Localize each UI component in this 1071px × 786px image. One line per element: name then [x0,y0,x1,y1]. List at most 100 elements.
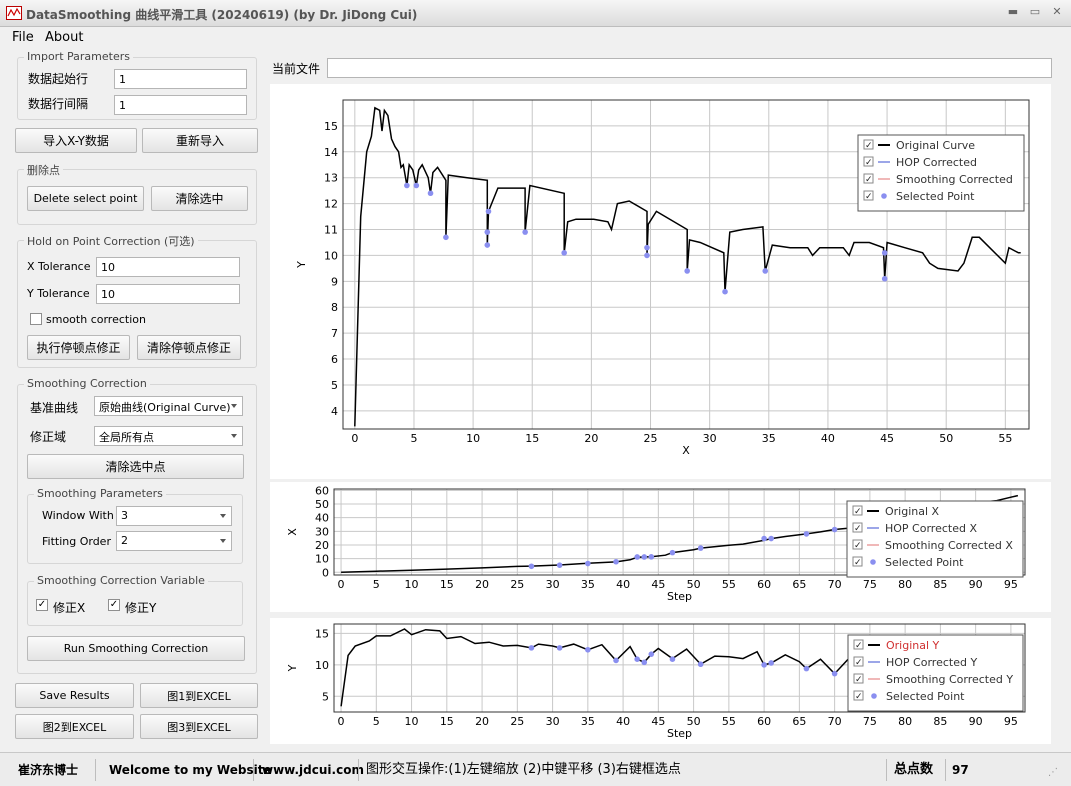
selected-point [722,288,728,295]
chart1-svg[interactable]: 0 5 10 15 20 25 30 35 40 45 50 55456789101112131415… [270,84,1051,479]
legend-swatch [870,559,876,565]
clear-selection-button[interactable]: 清除选中 [151,186,248,211]
y-tick-label: 11 [324,224,338,237]
legend-entry: Selected Point [885,556,964,569]
x-tick-label: 55 [722,578,736,591]
clear-selected-points-button[interactable]: 清除选中点 [27,454,244,479]
status-website-link[interactable]: www.jdcui.com [262,760,364,780]
minimize-icon[interactable]: ▬ [1005,5,1021,19]
x-tick-label: 45 [880,432,894,445]
selected-point [485,208,492,215]
figure2-excel-button[interactable]: 图2到EXCEL [15,714,134,739]
y-tick-label: 40 [315,512,329,525]
x-tick-label: 60 [757,715,771,728]
close-icon[interactable]: ✕ [1049,5,1065,19]
legend-entry: HOP Corrected X [885,522,977,535]
resize-grip-icon[interactable]: ⋰ [1048,763,1058,783]
selected-point [613,657,619,664]
fitting-order-select[interactable]: 2 [116,531,232,551]
execute-hop-button[interactable]: 执行停顿点修正 [27,335,130,360]
x-tick-label: 35 [762,432,776,445]
selected-point [585,560,591,567]
y-tick-label: 7 [331,327,338,340]
delete-select-point-button[interactable]: Delete select point [27,186,144,211]
legend-check-icon: ✓ [855,658,863,668]
x-tick-label: 85 [933,715,947,728]
menu-file[interactable]: File [12,30,34,45]
x-tick-label: 30 [703,432,717,445]
x-tick-label: 15 [440,578,454,591]
legend-check-icon: ✓ [855,641,863,651]
x-tick-label: 85 [933,578,947,591]
x-tick-label: 55 [998,432,1012,445]
legend-entry: Smoothing Corrected [896,173,1013,186]
domain-select[interactable]: 全局所有点 [94,426,243,446]
legend-entry: Smoothing Corrected X [885,539,1013,552]
row-interval-input[interactable] [114,95,247,115]
legend: ✓ Original Curve ✓ HOP Corrected ✓ Smoothing … [857,134,1025,212]
y-tick-label: 5 [322,690,329,703]
legend-entry: HOP Corrected [896,156,977,169]
selected-point [528,645,535,651]
legend-check-icon: ✓ [865,158,873,168]
x-tick-label: 25 [644,432,658,445]
save-results-button[interactable]: Save Results [15,683,134,708]
legend-entry: Selected Point [886,690,965,703]
selected-point [697,661,704,668]
selected-point [522,229,528,235]
figure3-excel-button[interactable]: 图3到EXCEL [140,714,258,739]
delete-points-title: 删除点 [24,162,63,178]
chevron-down-icon [220,514,226,518]
x-tick-label: 5 [373,578,380,591]
x-tick-label: 65 [792,578,806,591]
x-tick-label: 5 [373,715,380,728]
start-row-input[interactable] [114,69,247,89]
legend-check-icon: ✓ [854,524,862,534]
selected-point [684,268,690,274]
selected-point [427,190,434,197]
y-axis-label: X [286,528,299,536]
status-count-label: 总点数 [894,762,934,777]
y-tick-label: 10 [324,249,338,262]
base-curve-select[interactable]: 原始曲线(Original Curve) [94,396,243,416]
clear-hop-button[interactable]: 清除停顿点修正 [137,335,241,360]
fix-x-checkbox[interactable]: ✓ [36,599,48,611]
import-xy-button[interactable]: 导入X-Y数据 [15,128,137,153]
chart2-svg[interactable]: 0 5 10 15 20 25 30 35 40 45 50 55 60 65 70 75 80 85 90 9501… [270,482,1051,612]
selected-point [528,563,535,570]
window-title: DataSmoothing 曲线平滑工具 (20240619) (by Dr. … [26,8,418,22]
x-tick-label: 75 [863,578,877,591]
selected-point [761,535,767,542]
smoothing-parameters-group: Smoothing Parameters [27,487,243,564]
selected-point [634,656,640,662]
selected-point [561,250,567,256]
selected-point [484,229,491,235]
maximize-icon[interactable]: ▭ [1027,5,1043,19]
x-tick-label: 5 [410,432,417,445]
legend-entry: HOP Corrected Y [886,656,977,669]
legend-check-icon: ✓ [865,192,873,202]
figure1-excel-button[interactable]: 图1到EXCEL [140,683,258,708]
x-axis-label: Step [667,727,692,740]
x-axis-label: Step [667,590,692,603]
smooth-correction-checkbox[interactable] [30,313,42,325]
selected-point [803,665,810,672]
selected-point [443,234,449,241]
fix-y-checkbox[interactable]: ✓ [108,599,120,611]
row-interval-label: 数据行间隔 [28,97,89,111]
window-with-select[interactable]: 3 [116,506,232,526]
selected-point [803,531,810,537]
status-hint: 图形交互操作:(1)左键缩放 (2)中键平移 (3)右键框选点 [366,762,681,777]
menu-about[interactable]: About [45,30,83,45]
selected-point [634,554,640,560]
x-tolerance-input[interactable] [96,257,240,277]
reimport-button[interactable]: 重新导入 [142,128,258,153]
current-file-input[interactable] [327,58,1052,78]
window-with-value: 3 [121,509,128,522]
chart3-svg[interactable]: 0 5 10 15 20 25 30 35 40 45 50 55 60 65 70 75 80 85 90 9551… [270,618,1051,744]
y-tolerance-input[interactable] [96,284,240,304]
x-tick-label: 95 [1004,715,1018,728]
run-smoothing-button[interactable]: Run Smoothing Correction [27,636,245,661]
selected-point [831,526,838,533]
x-tick-label: 55 [722,715,736,728]
